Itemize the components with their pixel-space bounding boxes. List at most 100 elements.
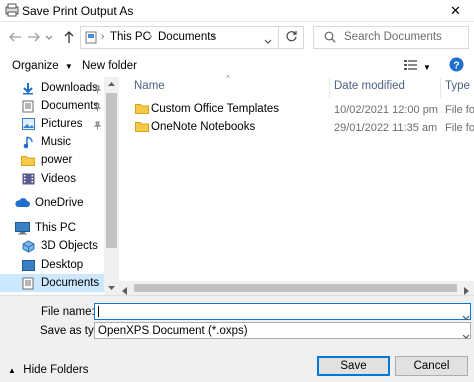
forward-arrow-icon <box>28 32 40 42</box>
recent-locations-button[interactable] <box>44 29 54 45</box>
sort-up-icon: ^ <box>226 74 230 83</box>
new-folder-button[interactable]: New folder <box>82 60 137 72</box>
breadcrumb-separator: › <box>101 31 105 42</box>
view-dropdown-button[interactable]: ▼ <box>423 63 431 72</box>
save-as-type-dropdown-button[interactable] <box>462 328 470 342</box>
save-button[interactable]: Save <box>317 356 390 376</box>
nav-item-label: This PC <box>35 222 76 234</box>
nav-item-desktop[interactable]: Desktop <box>0 256 104 274</box>
refresh-icon <box>286 31 297 42</box>
address-dropdown-button[interactable] <box>264 33 272 47</box>
computer-icon <box>14 221 30 235</box>
chevron-left-icon <box>122 287 127 295</box>
3d-objects-icon <box>20 239 36 253</box>
horizontal-scrollbar-thumb[interactable] <box>134 284 457 292</box>
nav-item-label: Documents <box>41 277 100 289</box>
nav-item-onedrive[interactable]: OneDrive <box>0 194 104 212</box>
chevron-down-icon <box>108 286 115 290</box>
file-name-dropdown-button[interactable] <box>462 309 470 323</box>
nav-item-documents[interactable]: Documents <box>0 274 104 292</box>
column-divider[interactable] <box>329 78 330 98</box>
nav-item-label: Documents <box>41 100 100 112</box>
nav-scrollbar-thumb[interactable] <box>106 93 117 248</box>
hide-folders-button[interactable]: ▲ Hide Folders <box>8 362 88 376</box>
breadcrumb-separator: › <box>149 31 153 42</box>
nav-item-this-pc[interactable]: This PC <box>0 219 104 237</box>
up-arrow-icon <box>64 31 74 43</box>
column-header-name[interactable]: Name <box>134 80 165 92</box>
breadcrumb-this-pc[interactable]: This PC <box>110 31 151 43</box>
save-as-type-select[interactable]: OpenXPS Document (*.oxps) <box>94 322 471 339</box>
chevron-down-icon <box>462 334 470 339</box>
desktop-icon <box>20 258 36 272</box>
up-button[interactable] <box>61 29 77 45</box>
search-placeholder: Search Documents <box>344 31 442 43</box>
folder-icon <box>135 103 149 117</box>
view-options-button[interactable] <box>404 59 418 73</box>
file-name-input[interactable] <box>94 303 471 320</box>
cancel-button[interactable]: Cancel <box>395 356 468 376</box>
pictures-icon <box>20 117 36 131</box>
cloud-icon <box>14 196 30 210</box>
help-icon: ? <box>449 57 464 72</box>
nav-item-power[interactable]: power <box>0 151 104 169</box>
file-name-label: File name: <box>41 306 95 318</box>
back-arrow-icon <box>9 32 21 42</box>
close-icon: ✕ <box>450 3 461 18</box>
back-button[interactable] <box>7 29 23 45</box>
documents-icon <box>20 276 36 290</box>
nav-item-label: Desktop <box>41 259 84 271</box>
file-date: 29/01/2022 11:35 am <box>334 122 438 134</box>
save-as-type-value: OpenXPS Document (*.oxps) <box>98 325 248 337</box>
column-header-date-modified[interactable]: Date modified <box>334 80 405 92</box>
file-date: 10/02/2021 12:00 pm <box>334 104 438 116</box>
column-divider[interactable] <box>440 78 441 98</box>
organize-label: Organize <box>12 60 59 72</box>
nav-item-label: 3D Objects <box>41 240 98 252</box>
close-button[interactable]: ✕ <box>437 0 474 22</box>
chevron-up-icon: ▲ <box>8 366 16 375</box>
chevron-right-icon <box>464 287 469 295</box>
file-type: File fold <box>445 104 474 116</box>
app-icon <box>5 3 19 17</box>
details-view-icon <box>404 60 417 70</box>
nav-item-music[interactable]: Music <box>0 133 104 151</box>
nav-item-label: Videos <box>41 173 76 185</box>
chevron-down-icon <box>264 39 272 44</box>
chevron-down-icon <box>45 35 53 40</box>
location-icon <box>85 31 97 47</box>
documents-icon <box>20 99 36 113</box>
nav-item-label: power <box>41 154 73 166</box>
caret-down-icon: ▼ <box>64 62 73 71</box>
hide-folders-label: Hide Folders <box>23 364 89 376</box>
column-header-type[interactable]: Type <box>445 80 470 92</box>
folder-icon <box>20 153 36 167</box>
help-button[interactable]: ? <box>449 57 464 75</box>
text-caret <box>98 306 99 317</box>
scroll-down-button[interactable] <box>104 283 119 293</box>
address-divider <box>278 26 279 49</box>
pin-icon <box>93 83 102 97</box>
scroll-up-button[interactable] <box>104 79 119 89</box>
svg-text:?: ? <box>453 59 459 71</box>
file-type: File fold <box>445 122 474 134</box>
breadcrumb-separator: › <box>212 31 216 42</box>
nav-item-documents-quick[interactable]: Documents <box>0 97 104 115</box>
nav-item-pictures[interactable]: Pictures <box>0 115 104 133</box>
organize-button[interactable]: Organize ▼ <box>12 60 73 72</box>
nav-item-videos[interactable]: Videos <box>0 170 104 188</box>
nav-item-3d-objects[interactable]: 3D Objects <box>0 237 104 255</box>
refresh-button[interactable] <box>285 30 298 46</box>
forward-button[interactable] <box>26 29 42 45</box>
breadcrumb-documents[interactable]: Documents <box>158 31 216 43</box>
nav-item-label: Downloads <box>41 82 98 94</box>
search-icon <box>324 31 336 46</box>
videos-icon <box>20 172 36 186</box>
download-icon <box>20 81 36 95</box>
nav-item-downloads[interactable]: Downloads <box>0 79 104 97</box>
chevron-down-icon <box>462 315 470 320</box>
chevron-up-icon <box>108 82 115 86</box>
caret-down-icon: ▼ <box>423 63 431 72</box>
nav-item-label: Music <box>41 136 72 148</box>
nav-item-label: OneDrive <box>35 197 84 209</box>
